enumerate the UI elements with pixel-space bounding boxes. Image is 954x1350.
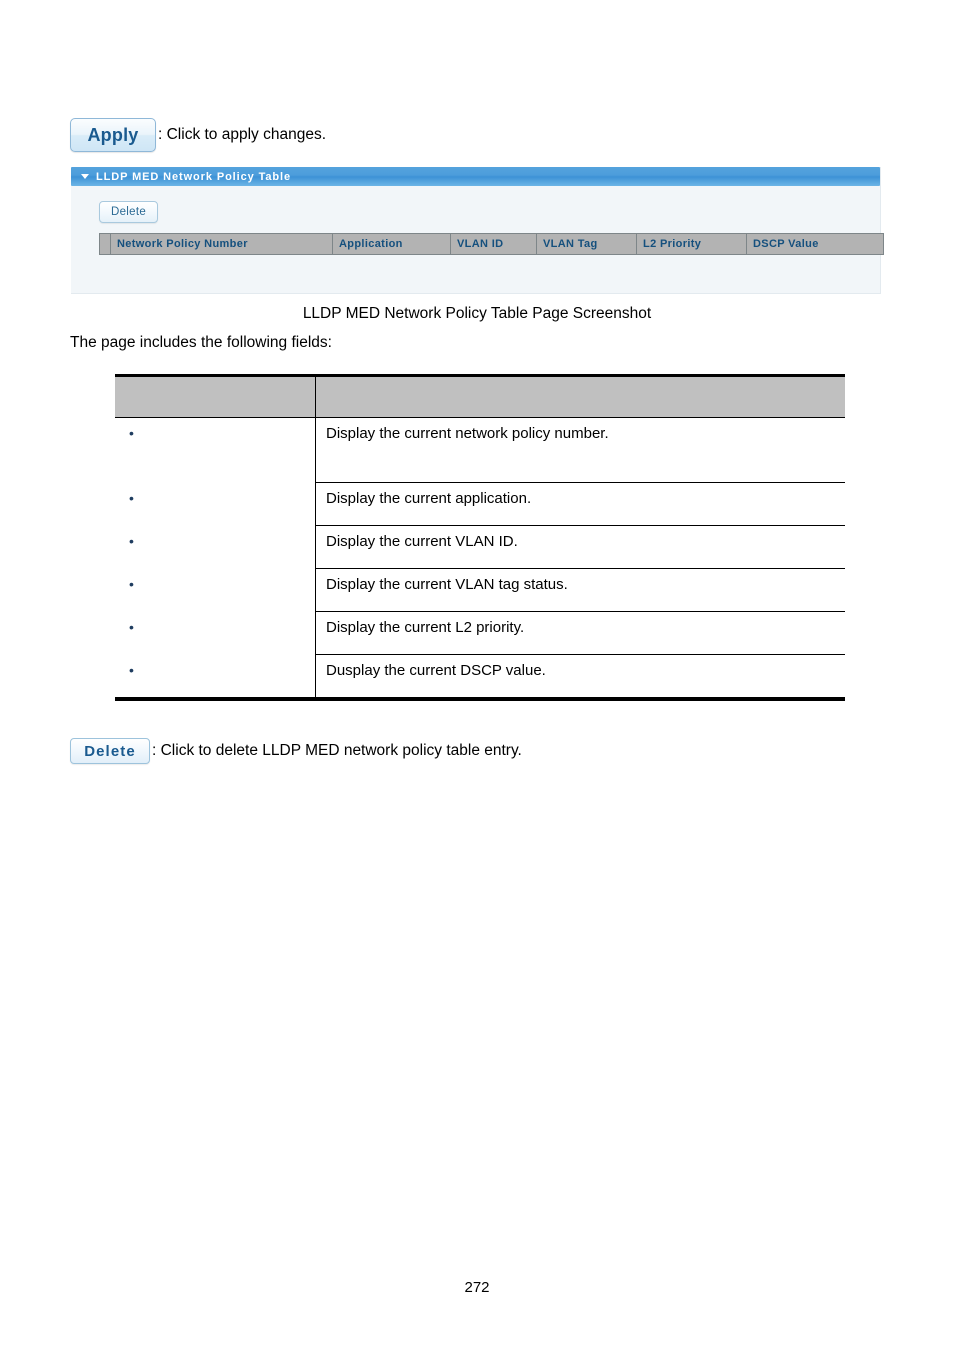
table-header-select-all-cell[interactable]	[100, 234, 111, 254]
table-row: Dusplay the current DSCP value.	[115, 654, 845, 697]
apply-button-description: : Click to apply changes.	[158, 126, 327, 143]
lldp-med-network-policy-screenshot: LLDP MED Network Policy Table Delete Net…	[71, 167, 884, 294]
bullet-icon	[115, 532, 315, 552]
page-number: 272	[464, 1279, 490, 1296]
bullet-icon	[115, 424, 315, 444]
table-header-label: VLAN Tag	[543, 238, 598, 250]
chevron-down-icon[interactable]	[81, 174, 89, 179]
row-description-cell: Dusplay the current DSCP value.	[326, 662, 546, 679]
table-header-row	[115, 374, 845, 418]
row-description-cell: Display the current application.	[315, 482, 845, 526]
apply-button-note: Apply : Click to apply changes.	[70, 118, 326, 152]
row-description-cell: Display the current L2 priority.	[315, 611, 845, 655]
intro-text: The page includes the following fields:	[70, 334, 332, 351]
delete-button[interactable]: Delete	[99, 201, 158, 223]
bullet-icon	[115, 489, 315, 509]
table-header-label: Application	[339, 238, 403, 250]
delete-button-large[interactable]: Delete	[70, 738, 150, 764]
header-cell-description	[315, 374, 845, 418]
table-header-vlan-tag[interactable]: VLAN Tag	[537, 234, 637, 254]
table-header-dscp-value[interactable]: DSCP Value	[747, 234, 883, 254]
bullet-icon	[115, 618, 315, 638]
network-policy-table: Network Policy Number Application VLAN I…	[99, 233, 884, 255]
row-object-cell	[115, 611, 316, 655]
row-object-cell	[115, 525, 316, 569]
row-object-cell	[115, 654, 316, 697]
table-row: Display the current application.	[115, 482, 845, 526]
table-header-label: VLAN ID	[457, 238, 504, 250]
delete-button-note: Delete : Click to delete LLDP MED networ…	[70, 738, 522, 764]
table-header-application[interactable]: Application	[333, 234, 451, 254]
table-bottom-rule	[115, 697, 845, 701]
row-description-cell: Display the current network policy numbe…	[315, 417, 845, 483]
table-header-label: Network Policy Number	[117, 238, 248, 250]
panel-titlebar: LLDP MED Network Policy Table	[71, 167, 880, 186]
bullet-icon	[115, 575, 315, 595]
delete-button-description: : Click to delete LLDP MED network polic…	[152, 742, 522, 759]
field-description-table: Display the current network policy numbe…	[115, 374, 845, 697]
row-description-cell: Display the current VLAN ID.	[315, 525, 845, 569]
table-row: Display the current L2 priority.	[115, 611, 845, 655]
row-description-cell: Display the current VLAN tag status.	[315, 568, 845, 612]
table-header-label: DSCP Value	[753, 238, 819, 250]
table-header-l2-priority[interactable]: L2 Priority	[637, 234, 747, 254]
table-row: Display the current VLAN ID.	[115, 525, 845, 569]
table-header-network-policy-number[interactable]: Network Policy Number	[111, 234, 333, 254]
apply-button[interactable]: Apply	[70, 118, 156, 152]
table-header-label: L2 Priority	[643, 238, 702, 250]
row-object-cell	[115, 482, 316, 526]
bullet-icon	[115, 661, 315, 681]
figure-caption: LLDP MED Network Policy Table Page Scree…	[302, 305, 652, 322]
table-row: Display the current network policy numbe…	[115, 417, 845, 483]
table-row: Display the current VLAN tag status.	[115, 568, 845, 612]
panel-title: LLDP MED Network Policy Table	[96, 170, 292, 183]
row-object-cell	[115, 417, 316, 483]
table-header-vlan-id[interactable]: VLAN ID	[451, 234, 537, 254]
row-object-cell	[115, 568, 316, 612]
header-cell-object	[115, 374, 316, 418]
